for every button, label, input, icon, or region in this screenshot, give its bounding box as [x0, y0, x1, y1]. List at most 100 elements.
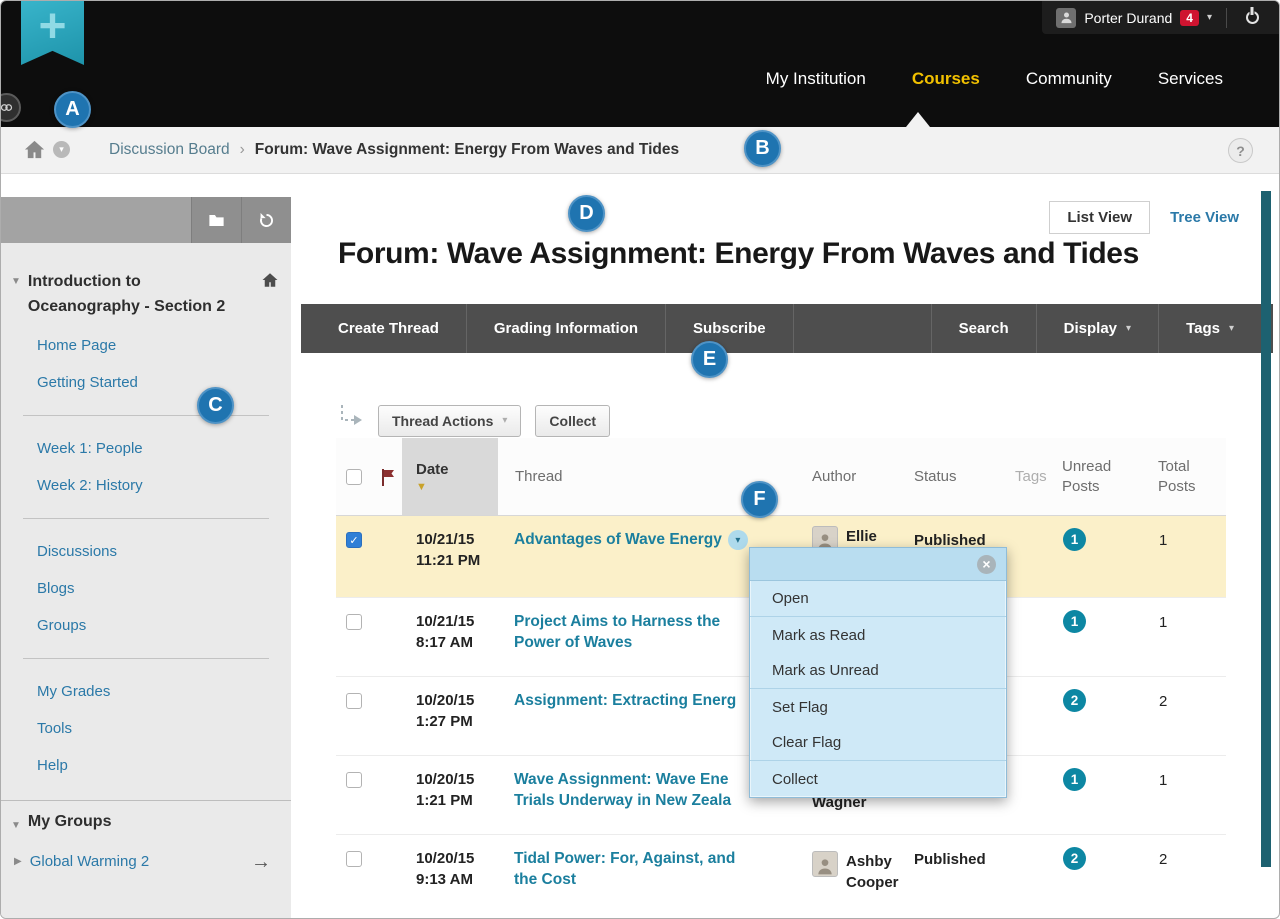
row-checkbox[interactable]: ✓ [346, 851, 362, 867]
grading-information-button[interactable]: Grading Information [467, 304, 666, 353]
subscribe-button[interactable]: Subscribe [666, 304, 794, 353]
top-nav: My Institution Courses Community Service… [766, 69, 1223, 89]
top-header: + Porter Durand 4 ▾ My Institution Cours… [1, 1, 1279, 127]
display-menu-button[interactable]: Display ▾ [1036, 304, 1158, 353]
total-posts: 1 [1146, 598, 1226, 676]
thread-link[interactable]: Project Aims to Harness the Power of Wav… [514, 613, 720, 651]
create-thread-button[interactable]: Create Thread [301, 304, 467, 353]
thread-link[interactable]: Wave Assignment: Wave Ene Trials Underwa… [514, 771, 731, 809]
collapse-caret-icon[interactable]: ▼ [11, 276, 21, 319]
row-checkbox[interactable]: ✓ [346, 532, 362, 548]
user-menu[interactable]: Porter Durand 4 ▾ [1042, 1, 1279, 34]
thread-status: Published [904, 835, 1004, 919]
breadcrumb-current: Forum: Wave Assignment: Energy From Wave… [255, 141, 679, 159]
unread-count-badge[interactable]: 2 [1063, 847, 1086, 870]
row-checkbox[interactable]: ✓ [346, 693, 362, 709]
flag-icon [380, 468, 395, 486]
check-icon: ✓ [349, 534, 358, 547]
display-label: Display [1064, 320, 1117, 337]
breadcrumb-discussion-board[interactable]: Discussion Board [109, 141, 230, 159]
open-group-arrow-icon[interactable]: → [251, 854, 271, 870]
menu-item-clear-flag[interactable]: Clear Flag [750, 725, 1006, 761]
divider [23, 518, 269, 519]
chevron-down-icon[interactable]: ▾ [53, 141, 70, 158]
sort-descending-icon: ▼ [416, 481, 427, 493]
menu-item-collect[interactable]: Collect [750, 761, 1006, 797]
tags-column-header: Tags [1004, 438, 1050, 515]
sidebar-item-week2-history[interactable]: Week 2: History [1, 467, 291, 504]
list-view-tab[interactable]: List View [1049, 201, 1150, 234]
thread-date: 10/21/1511:21 PM [402, 516, 512, 597]
unread-count-badge[interactable]: 1 [1063, 528, 1086, 551]
status-column-header[interactable]: Status [904, 438, 1004, 515]
unread-posts-column-header[interactable]: Unread Posts [1050, 438, 1146, 515]
table-header-row: ✓ Date ▼ Thread Author Status Tags Unrea… [336, 438, 1226, 516]
menu-item-open[interactable]: Open [750, 581, 1006, 617]
thread-date: 10/20/151:21 PM [402, 756, 512, 834]
plus-icon: + [38, 1, 66, 65]
total-posts-column-header[interactable]: Total Posts [1146, 438, 1226, 515]
page-title: Forum: Wave Assignment: Energy From Wave… [338, 237, 1139, 271]
user-avatar-icon [1056, 8, 1076, 28]
sidebar-item-week1-people[interactable]: Week 1: People [1, 430, 291, 467]
course-home-icon[interactable] [261, 271, 279, 319]
chevron-down-icon: ▾ [1126, 323, 1131, 334]
expand-caret-icon[interactable]: ▶ [14, 856, 22, 867]
annotation-a: A [54, 91, 91, 128]
menu-item-mark-as-unread[interactable]: Mark as Unread [750, 653, 1006, 689]
tab-my-institution[interactable]: My Institution [766, 69, 866, 89]
thread-menu-chevron-icon[interactable]: ▾ [728, 530, 748, 550]
menu-item-mark-as-read[interactable]: Mark as Read [750, 617, 1006, 653]
close-icon[interactable]: × [977, 555, 996, 574]
thread-link[interactable]: Assignment: Extracting Energ [514, 692, 736, 709]
tab-courses[interactable]: Courses [912, 69, 980, 89]
refresh-button[interactable] [241, 197, 291, 243]
collapse-caret-icon[interactable]: ▼ [11, 820, 21, 831]
course-header: ▼ Introduction to Oceanography - Section… [1, 243, 291, 327]
sidebar-toolbar [1, 197, 291, 243]
select-all-checkbox[interactable]: ✓ [346, 469, 362, 485]
sidebar-item-blogs[interactable]: Blogs [1, 570, 291, 607]
notification-badge[interactable]: 4 [1180, 10, 1199, 26]
thread-link[interactable]: Advantages of Wave Energy [514, 531, 722, 548]
help-button[interactable]: ? [1228, 138, 1253, 163]
date-column-header[interactable]: Date ▼ [402, 438, 498, 515]
breadcrumb-separator: › [240, 141, 245, 159]
sidebar-item-global-warming-2[interactable]: Global Warming 2 [30, 853, 150, 870]
tab-services[interactable]: Services [1158, 69, 1223, 89]
sidebar-item-my-grades[interactable]: My Grades [1, 673, 291, 710]
menu-item-set-flag[interactable]: Set Flag [750, 689, 1006, 725]
unread-count-badge[interactable]: 1 [1063, 610, 1086, 633]
tags-menu-button[interactable]: Tags ▾ [1158, 304, 1261, 353]
collect-button[interactable]: Collect [535, 405, 610, 437]
search-button[interactable]: Search [931, 304, 1036, 353]
sidebar-item-home-page[interactable]: Home Page [1, 327, 291, 364]
sidebar-item-tools[interactable]: Tools [1, 710, 291, 747]
sidebar-item-discussions[interactable]: Discussions [1, 533, 291, 570]
thread-actions-button[interactable]: Thread Actions ▾ [378, 405, 521, 437]
folder-view-button[interactable] [191, 197, 241, 243]
thread-author: Ashby Cooper [802, 835, 904, 919]
breadcrumb-home-button[interactable]: ▾ [23, 138, 70, 161]
row-checkbox[interactable]: ✓ [346, 772, 362, 788]
link-icon[interactable] [0, 93, 21, 122]
tab-community[interactable]: Community [1026, 69, 1112, 89]
thread-date: 10/21/158:17 AM [402, 598, 512, 676]
table-row[interactable]: ✓ 10/20/159:13 AM Tidal Power: For, Agai… [336, 835, 1226, 919]
sidebar-item-getting-started[interactable]: Getting Started [1, 364, 291, 401]
author-column-header[interactable]: Author [802, 438, 904, 515]
add-content-sticker[interactable]: + [21, 1, 84, 65]
group-row: ▶ Global Warming 2 → [1, 843, 291, 870]
avatar [812, 851, 838, 877]
unread-count-badge[interactable]: 2 [1063, 689, 1086, 712]
home-icon [23, 138, 46, 161]
sidebar-item-groups[interactable]: Groups [1, 607, 291, 644]
unread-count-badge[interactable]: 1 [1063, 768, 1086, 791]
thread-link[interactable]: Tidal Power: For, Against, and the Cost [514, 850, 735, 888]
sidebar-item-help[interactable]: Help [1, 747, 291, 784]
tree-view-tab[interactable]: Tree View [1170, 209, 1239, 226]
logout-power-icon[interactable] [1241, 7, 1263, 29]
flag-column-header[interactable] [372, 438, 402, 515]
total-posts: 2 [1146, 677, 1226, 755]
row-checkbox[interactable]: ✓ [346, 614, 362, 630]
